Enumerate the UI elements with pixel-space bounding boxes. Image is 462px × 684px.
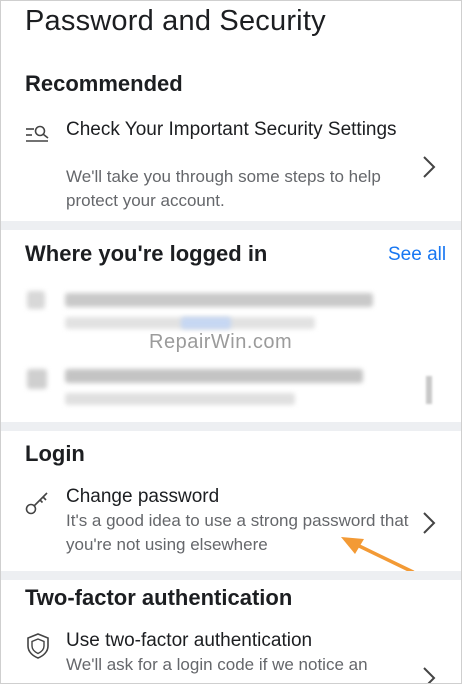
- key-icon: [25, 492, 48, 515]
- search-list-icon: [26, 125, 49, 142]
- security-settings-title: Check Your Important Security Settings: [66, 119, 397, 140]
- redacted-session-detail: [65, 393, 295, 405]
- session-row[interactable]: [1, 355, 461, 417]
- two-factor-heading: Two-factor authentication: [25, 585, 293, 610]
- two-factor-row[interactable]: Use two-factor authentication We'll ask …: [1, 625, 461, 683]
- scrollbar-thumb[interactable]: [426, 376, 432, 404]
- chevron-right-icon: [423, 667, 436, 683]
- security-settings-subtitle: We'll take you through some steps to hel…: [66, 167, 381, 210]
- shield-icon: [27, 633, 49, 659]
- device-icon: [27, 291, 45, 309]
- screen: Password and Security Recommended Check …: [0, 0, 462, 684]
- redacted-session-text: [65, 293, 373, 307]
- login-heading: Login: [25, 441, 85, 466]
- two-factor-title: Use two-factor authentication: [66, 630, 313, 651]
- redacted-session-text: [65, 369, 363, 383]
- security-settings-row[interactable]: Check Your Important Security Settings W…: [1, 113, 461, 215]
- logged-in-heading: Where you're logged in: [25, 241, 268, 266]
- see-all-link[interactable]: See all: [388, 244, 446, 266]
- section-divider: [1, 571, 461, 580]
- section-divider: [1, 422, 461, 431]
- page-title: Password and Security: [25, 5, 326, 37]
- recommended-heading: Recommended: [25, 71, 183, 96]
- chevron-right-icon: [423, 156, 436, 178]
- redacted-session-link: [181, 317, 231, 329]
- watermark: RepairWin.com: [149, 331, 293, 353]
- two-factor-subtitle: We'll ask for a login code if we notice …: [66, 655, 368, 674]
- section-divider: [1, 221, 461, 230]
- device-icon: [27, 369, 47, 389]
- change-password-title: Change password: [66, 486, 220, 507]
- chevron-right-icon: [423, 512, 436, 534]
